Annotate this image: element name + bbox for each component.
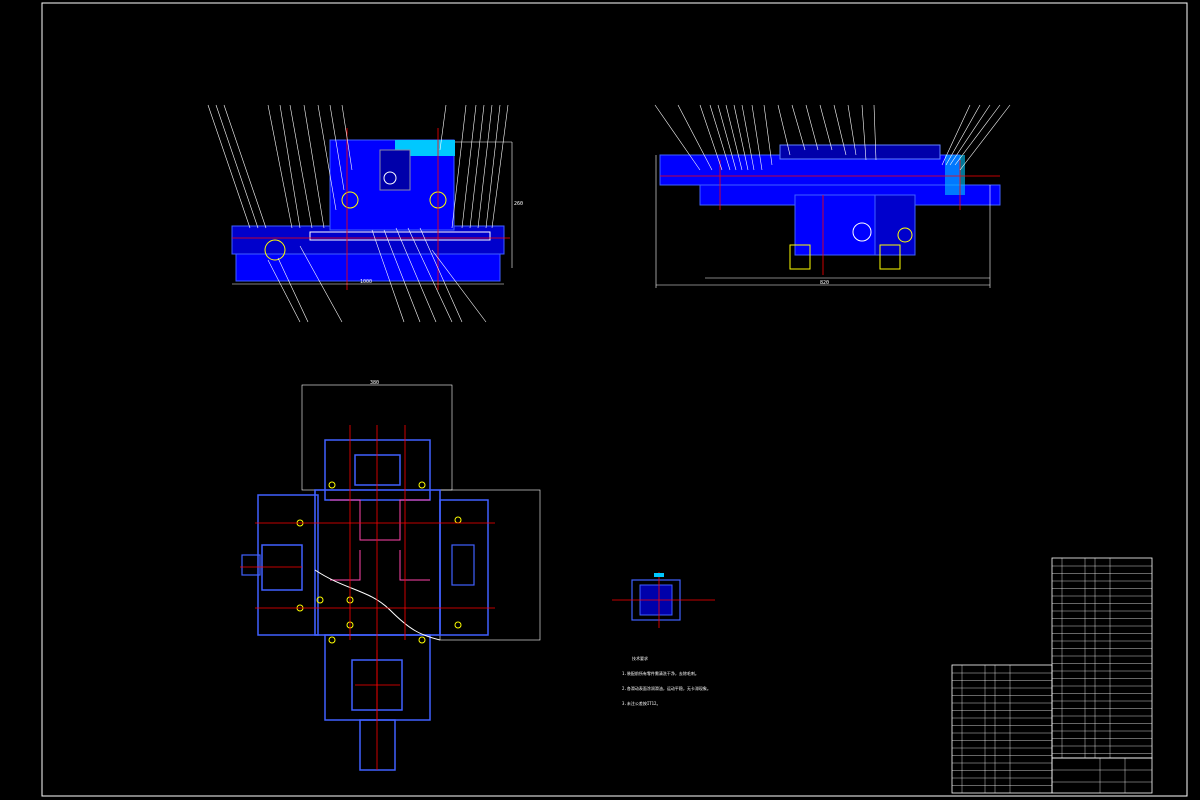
front-dim-height-label: 260 xyxy=(514,201,523,207)
top-cross-hidden xyxy=(330,499,430,581)
top-cross-plate xyxy=(314,489,441,636)
front-dim-width-label: 1000 xyxy=(360,279,372,285)
tech-note-2: 2.各滑动表面涂润滑油，运动平稳，无卡滞现象。 xyxy=(622,686,711,691)
top-right-motor xyxy=(451,544,475,586)
front-base xyxy=(235,252,501,282)
top-right-block xyxy=(439,499,489,636)
top-lower-shaft xyxy=(359,719,396,771)
parts-list xyxy=(951,557,1153,794)
top-lower-block xyxy=(324,634,431,721)
side-gearbox xyxy=(874,194,916,256)
detail-mark xyxy=(654,573,664,577)
title-block xyxy=(1051,757,1153,794)
top-upper-block xyxy=(324,439,431,501)
top-centerlines xyxy=(240,425,495,770)
detail-view xyxy=(612,572,715,628)
tech-note-1: 1.装配前所有零件需清洗干净，去除毛刺。 xyxy=(622,671,699,676)
front-block xyxy=(379,149,411,191)
tech-notes: 技术要求 1.装配前所有零件需清洗干净，去除毛刺。 2.各滑动表面涂润滑油，运动… xyxy=(622,646,711,711)
side-view: 820 xyxy=(654,104,1011,288)
front-view: 1000 260 xyxy=(207,104,523,323)
top-left-block xyxy=(257,494,319,636)
tech-note-3: 3.未注公差按IT12。 xyxy=(622,701,661,706)
parts-table-upper xyxy=(1051,557,1153,759)
top-view: 380 xyxy=(240,380,541,771)
top-dim-box-2 xyxy=(439,489,541,641)
cad-drawing: 1000 260 820 380 xyxy=(41,2,1188,797)
top-left-motor xyxy=(261,544,303,591)
parts-table-lower xyxy=(951,664,1053,794)
side-dim-label: 820 xyxy=(820,280,829,286)
tech-notes-heading: 技术要求 xyxy=(632,656,648,661)
side-column xyxy=(794,194,886,256)
top-dim-label: 380 xyxy=(370,380,379,386)
top-bolts xyxy=(296,481,462,644)
drawing-canvas: 1000 260 820 380 技术要求 1.装配前所有零件需清洗干净，去除毛… xyxy=(0,0,1200,800)
top-upper-cap xyxy=(354,454,401,486)
